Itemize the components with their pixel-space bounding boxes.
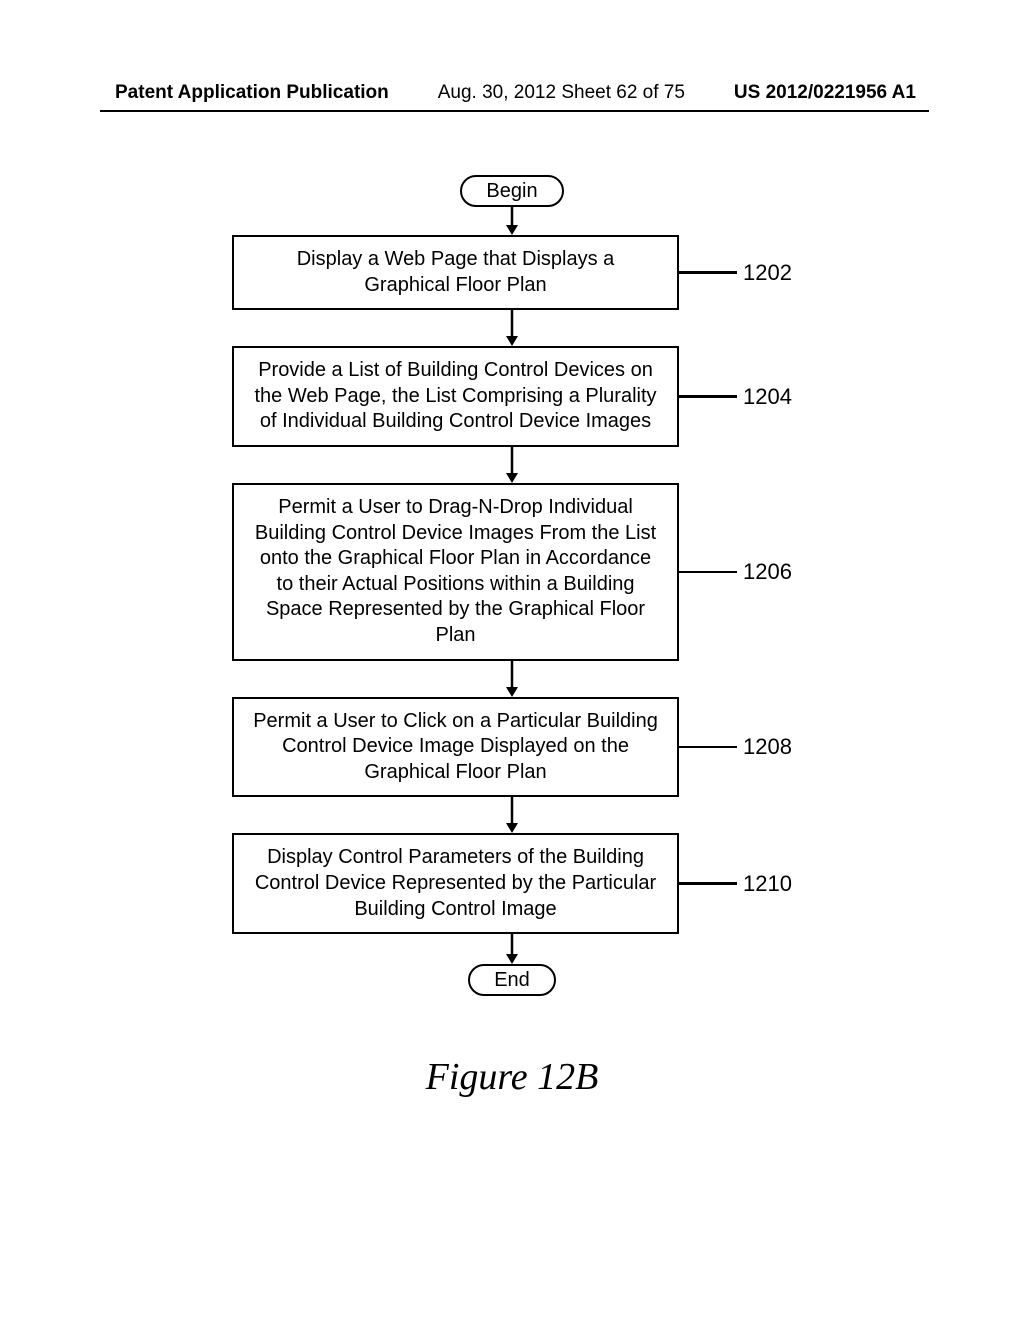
ref-label: 1204 — [743, 384, 792, 410]
step-1202: Display a Web Page that Displays a Graph… — [232, 235, 792, 310]
step-1210: Display Control Parameters of the Buildi… — [232, 833, 792, 934]
header-center: Aug. 30, 2012 Sheet 62 of 75 — [438, 82, 685, 104]
flow-arrow — [504, 310, 520, 346]
figure-caption: Figure 12B — [426, 1055, 599, 1099]
step-1208: Permit a User to Click on a Particular B… — [232, 697, 792, 798]
header-right: US 2012/0221956 A1 — [734, 82, 916, 104]
header-rule — [100, 110, 929, 112]
step-box: Permit a User to Click on a Particular B… — [232, 697, 679, 798]
step-box: Display a Web Page that Displays a Graph… — [232, 235, 679, 310]
step-box: Provide a List of Building Control Devic… — [232, 346, 679, 447]
terminal-end: End — [468, 964, 556, 996]
ref-label: 1202 — [743, 260, 792, 286]
ref-connector: 1206 — [679, 559, 792, 585]
ref-label: 1208 — [743, 734, 792, 760]
step-box: Permit a User to Drag-N-Drop Individual … — [232, 483, 679, 661]
flow-arrow — [504, 447, 520, 483]
header-left: Patent Application Publication — [115, 82, 389, 104]
flow-arrow — [504, 934, 520, 964]
ref-connector: 1202 — [679, 260, 792, 286]
ref-label: 1206 — [743, 559, 792, 585]
step-1204: Provide a List of Building Control Devic… — [232, 346, 792, 447]
flow-arrow — [504, 207, 520, 235]
page-header: Patent Application Publication Aug. 30, … — [0, 82, 1024, 104]
ref-label: 1210 — [743, 871, 792, 897]
flowchart: Begin Display a Web Page that Displays a… — [232, 175, 792, 996]
ref-connector: 1210 — [679, 871, 792, 897]
flow-arrow — [504, 797, 520, 833]
step-box: Display Control Parameters of the Buildi… — [232, 833, 679, 934]
step-1206: Permit a User to Drag-N-Drop Individual … — [232, 483, 792, 661]
terminal-begin: Begin — [460, 175, 563, 207]
ref-connector: 1204 — [679, 384, 792, 410]
flow-arrow — [504, 661, 520, 697]
ref-connector: 1208 — [679, 734, 792, 760]
